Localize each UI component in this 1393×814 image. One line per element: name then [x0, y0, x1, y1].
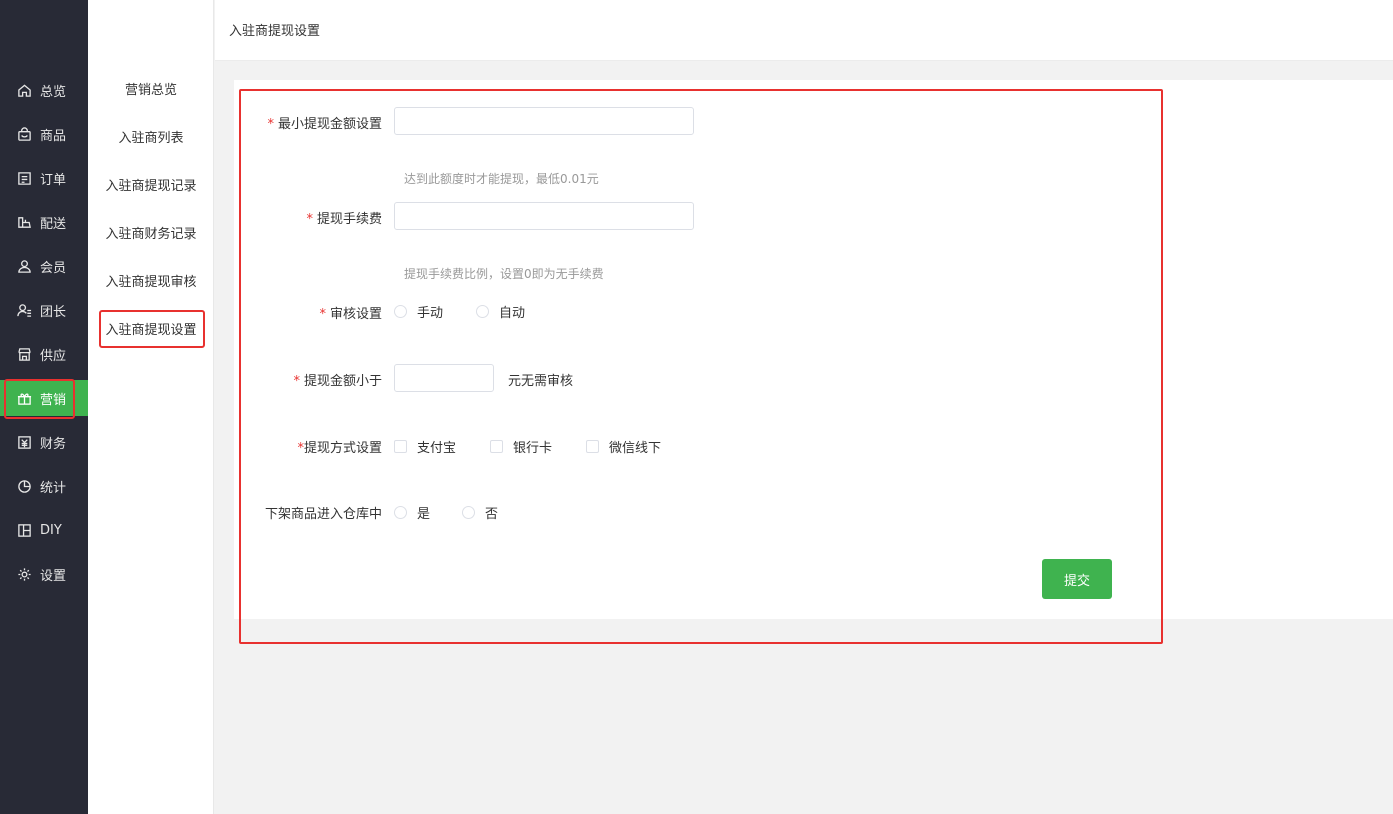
radio-circle[interactable]: [462, 506, 475, 519]
sidebar-item-label: 总览: [40, 84, 67, 100]
main-sidebar: 总览 商品 订单 配送 会员 团长 供应 营销 财务 统计 DIY 设置: [0, 0, 88, 814]
pie-icon: [16, 478, 32, 494]
submenu-item-merchant-list[interactable]: 入驻商列表: [88, 127, 214, 151]
radio-label: 手动: [417, 306, 444, 321]
review-manual-radio[interactable]: 手动: [394, 302, 443, 321]
min-amount-input[interactable]: [394, 107, 694, 135]
sidebar-item-members[interactable]: 会员: [0, 248, 88, 284]
submit-button[interactable]: 提交: [1042, 559, 1112, 599]
order-icon: [16, 170, 32, 186]
sidebar-item-marketing[interactable]: 营销: [0, 380, 88, 416]
breadcrumb: 入驻商提现设置: [229, 24, 321, 39]
sidebar-item-label: 供应: [40, 348, 67, 364]
sidebar-item-goods[interactable]: 商品: [0, 116, 88, 152]
sidebar-item-diy[interactable]: DIY: [0, 512, 88, 548]
sidebar-item-leader[interactable]: 团长: [0, 292, 88, 328]
marketing-submenu: 营销总览 入驻商列表 入驻商提现记录 入驻商财务记录 入驻商提现审核 入驻商提现…: [88, 0, 214, 814]
sidebar-item-finance[interactable]: 财务: [0, 424, 88, 460]
submenu-item-marketing-overview[interactable]: 营销总览: [88, 79, 214, 103]
radio-circle[interactable]: [394, 305, 407, 318]
sidebar-item-label: 团长: [40, 304, 67, 320]
offshelf-label: 下架商品进入仓库中: [264, 507, 382, 522]
user-icon: [16, 258, 32, 274]
radio-circle[interactable]: [394, 506, 407, 519]
amount-below-input[interactable]: [394, 364, 494, 392]
sidebar-item-settings[interactable]: 设置: [0, 556, 88, 592]
finance-icon: [16, 434, 32, 450]
page-header: 入驻商提现设置: [215, 0, 1393, 61]
min-amount-label: * 最小提现金额设置: [267, 117, 382, 132]
method-bankcard-checkbox[interactable]: 银行卡: [490, 437, 552, 456]
submenu-item-withdraw-review[interactable]: 入驻商提现审核: [88, 271, 214, 295]
layout-icon: [16, 522, 32, 538]
fee-input[interactable]: [394, 202, 694, 230]
review-label: * 审核设置: [319, 307, 382, 322]
checkbox-label: 支付宝: [417, 441, 457, 456]
checkbox-box[interactable]: [394, 440, 407, 453]
offshelf-yes-radio[interactable]: 是: [394, 503, 430, 522]
amount-below-suffix: 元无需审核: [508, 374, 574, 389]
methods-label: *提现方式设置: [297, 441, 382, 456]
submenu-item-withdraw-records[interactable]: 入驻商提现记录: [88, 175, 214, 199]
method-alipay-checkbox[interactable]: 支付宝: [394, 437, 456, 456]
fee-hint: 提现手续费比例，设置0即为无手续费: [404, 267, 604, 281]
amount-below-label: * 提现金额小于: [293, 374, 382, 389]
fee-label: * 提现手续费: [306, 212, 382, 227]
checkbox-box[interactable]: [586, 440, 599, 453]
checkbox-label: 银行卡: [513, 441, 553, 456]
method-wechat-offline-checkbox[interactable]: 微信线下: [586, 437, 661, 456]
min-amount-hint: 达到此额度时才能提现，最低0.01元: [404, 172, 599, 186]
sidebar-item-label: 配送: [40, 216, 67, 232]
sidebar-item-label: 统计: [40, 480, 67, 496]
home-icon: [16, 82, 32, 98]
gift-icon: [16, 390, 32, 406]
radio-label: 自动: [499, 306, 526, 321]
radio-label: 是: [417, 507, 431, 522]
sidebar-item-label: 会员: [40, 260, 67, 276]
radio-label: 否: [485, 507, 499, 522]
bag-icon: [16, 126, 32, 142]
submenu-item-finance-records[interactable]: 入驻商财务记录: [88, 223, 214, 247]
settings-form-card: [234, 80, 1393, 619]
sidebar-item-supply[interactable]: 供应: [0, 336, 88, 372]
sidebar-item-overview[interactable]: 总览: [0, 72, 88, 108]
offshelf-no-radio[interactable]: 否: [462, 503, 498, 522]
checkbox-box[interactable]: [490, 440, 503, 453]
sidebar-item-label: 财务: [40, 436, 67, 452]
sidebar-item-statistics[interactable]: 统计: [0, 468, 88, 504]
checkbox-label: 微信线下: [609, 441, 662, 456]
gear-icon: [16, 566, 32, 582]
leader-icon: [16, 302, 32, 318]
radio-circle[interactable]: [476, 305, 489, 318]
delivery-icon: [16, 214, 32, 230]
sidebar-item-label: 设置: [40, 568, 67, 584]
sidebar-item-label: 营销: [40, 392, 67, 408]
submenu-item-withdraw-settings[interactable]: 入驻商提现设置: [88, 319, 214, 343]
sidebar-item-delivery[interactable]: 配送: [0, 204, 88, 240]
sidebar-item-orders[interactable]: 订单: [0, 160, 88, 196]
review-auto-radio[interactable]: 自动: [476, 302, 525, 321]
sidebar-item-label: 订单: [40, 172, 67, 188]
sidebar-item-label: DIY: [40, 522, 62, 538]
store-icon: [16, 346, 32, 362]
sidebar-item-label: 商品: [40, 128, 67, 144]
